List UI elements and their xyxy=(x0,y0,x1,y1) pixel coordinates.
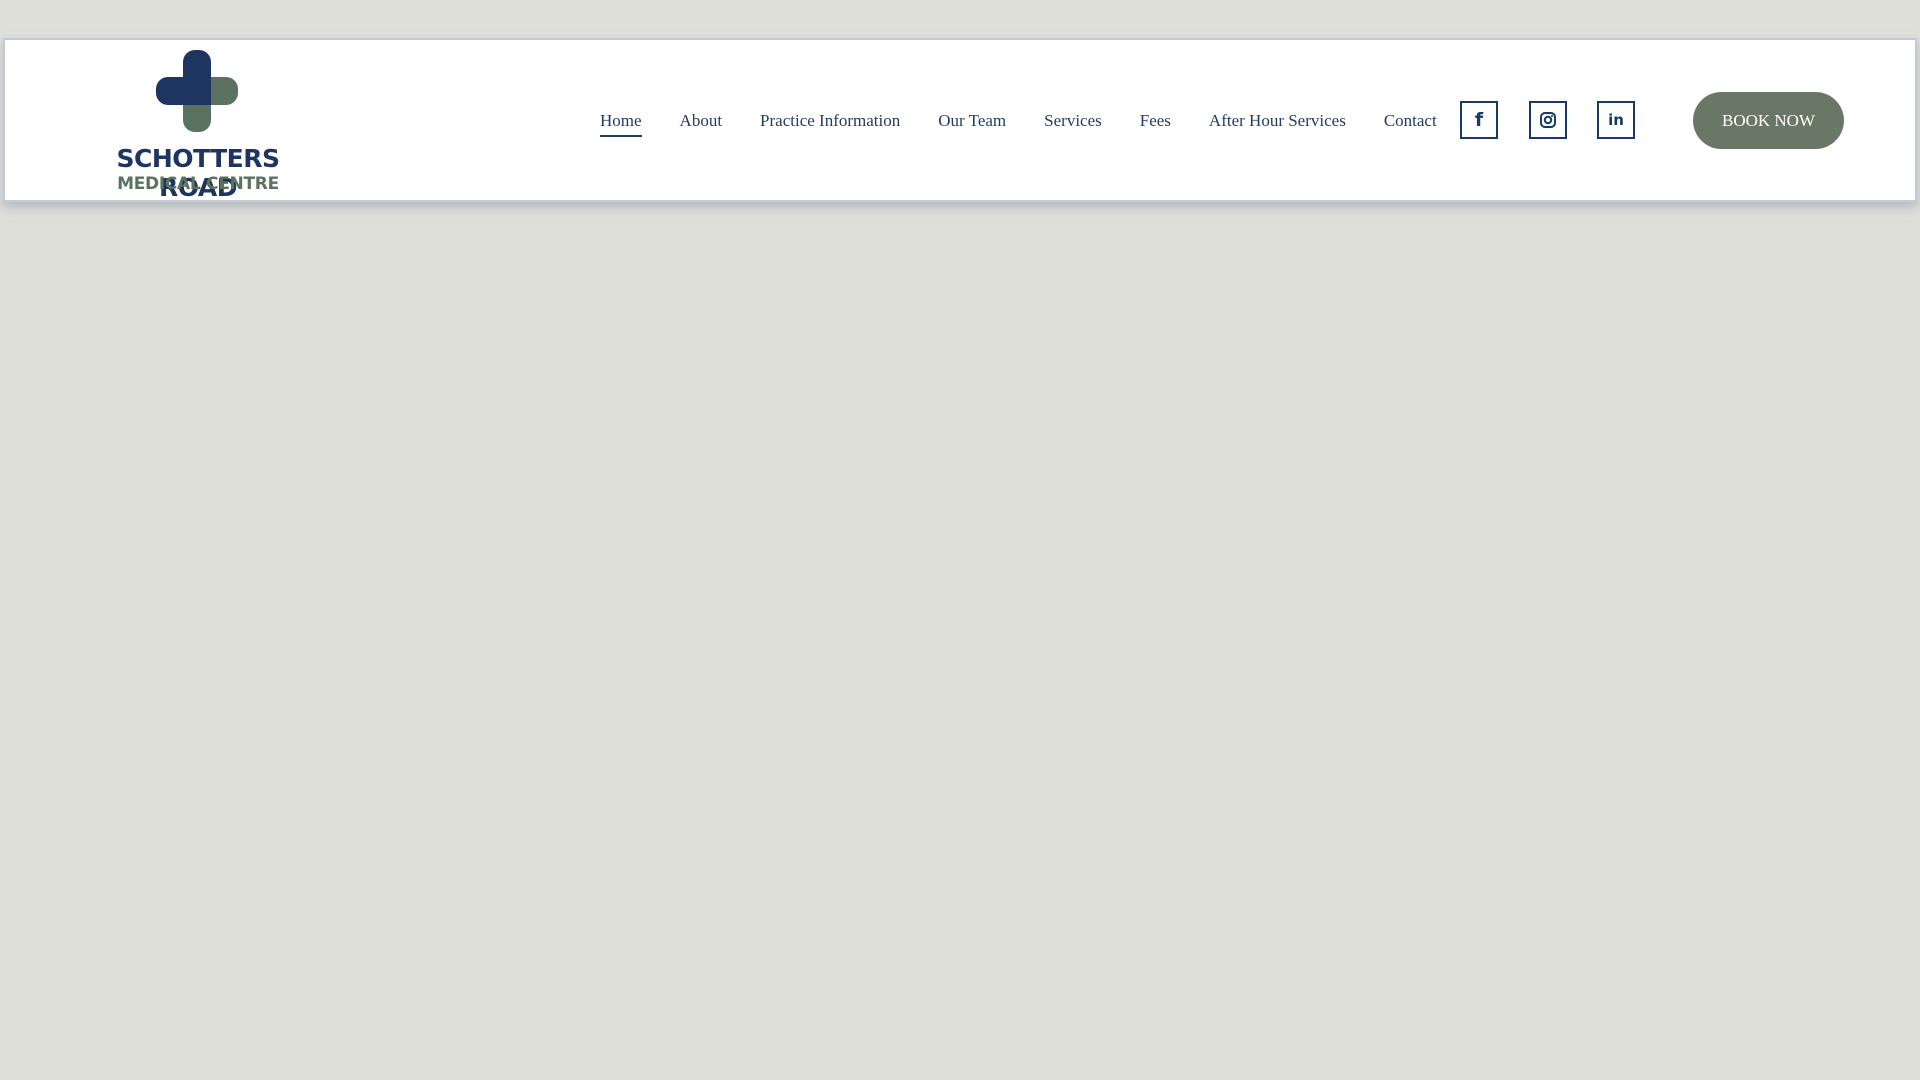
linkedin-icon: in xyxy=(1608,111,1624,129)
logo-subtitle: MEDICAL CENTRE xyxy=(117,174,279,194)
book-now-button[interactable]: BOOK NOW xyxy=(1693,92,1844,149)
facebook-icon: f xyxy=(1474,109,1484,131)
nav-practice-information[interactable]: Practice Information xyxy=(760,110,900,137)
nav-services[interactable]: Services xyxy=(1044,110,1102,137)
linkedin-link[interactable]: in xyxy=(1597,101,1635,139)
medical-cross-icon xyxy=(156,50,238,132)
nav-our-team[interactable]: Our Team xyxy=(938,110,1006,137)
nav-after-hour-services[interactable]: After Hour Services xyxy=(1209,110,1346,137)
main-nav: Home About Practice Information Our Team… xyxy=(600,110,1437,137)
facebook-link[interactable]: f xyxy=(1460,101,1498,139)
nav-fees[interactable]: Fees xyxy=(1140,110,1171,137)
logo[interactable]: SCHOTTERS ROAD MEDICAL CENTRE xyxy=(78,50,318,202)
nav-home[interactable]: Home xyxy=(600,110,642,137)
instagram-link[interactable] xyxy=(1529,101,1567,139)
nav-contact[interactable]: Contact xyxy=(1384,110,1437,137)
site-header: SCHOTTERS ROAD MEDICAL CENTRE Home About… xyxy=(3,38,1917,202)
instagram-icon xyxy=(1540,112,1556,128)
nav-about[interactable]: About xyxy=(680,110,723,137)
